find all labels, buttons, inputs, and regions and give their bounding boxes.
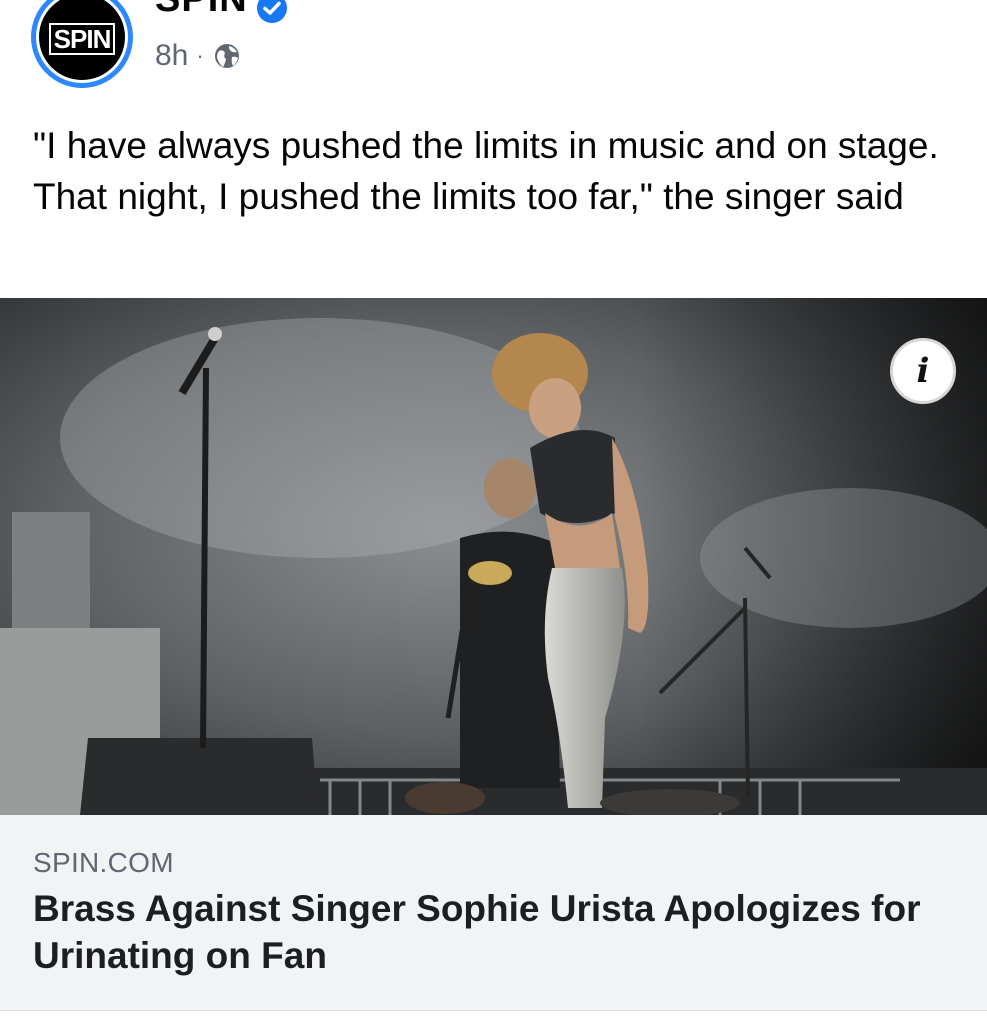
link-title[interactable]: Brass Against Singer Sophie Urista Apolo…	[33, 885, 963, 979]
link-preview[interactable]: SPIN.COM Brass Against Singer Sophie Uri…	[0, 815, 987, 1010]
post-meta: 8h ·	[155, 36, 242, 76]
meta-separator: ·	[196, 43, 204, 68]
post-timestamp[interactable]: 8h	[155, 39, 188, 73]
bottom-divider	[0, 1010, 987, 1024]
concert-photo	[0, 298, 987, 815]
post-text: "I have always pushed the limits in musi…	[33, 125, 939, 217]
page-avatar[interactable]: SPIN	[31, 0, 133, 88]
page-name[interactable]: SPIN	[155, 0, 248, 21]
globe-icon[interactable]	[212, 41, 242, 71]
spin-logo-text: SPIN	[48, 23, 116, 55]
link-domain: SPIN.COM	[33, 847, 174, 878]
post-header: SPIN SPIN 8h ·	[0, 0, 987, 100]
avatar-logo: SPIN	[39, 0, 125, 80]
post-image[interactable]: i	[0, 298, 987, 815]
verified-badge-icon	[257, 0, 287, 23]
avatar-border: SPIN	[36, 0, 128, 83]
info-button[interactable]: i	[890, 338, 956, 404]
